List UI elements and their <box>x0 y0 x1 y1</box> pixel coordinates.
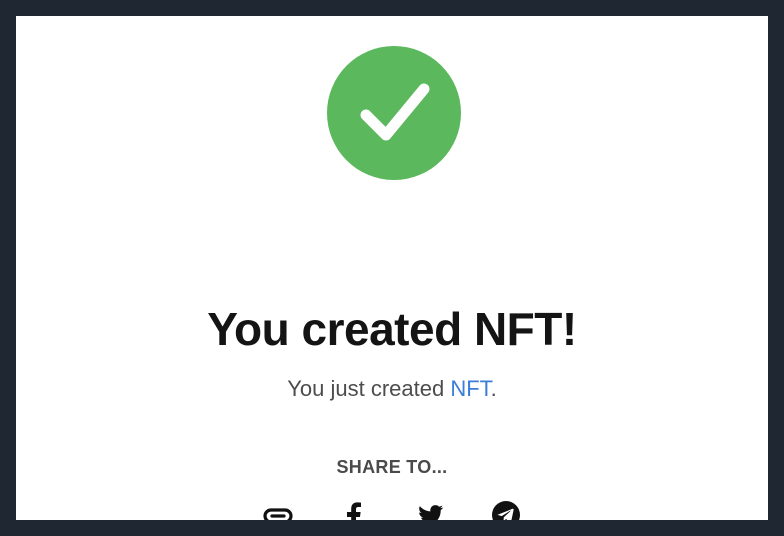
share-twitter-button[interactable] <box>415 500 445 520</box>
share-copy-link-button[interactable] <box>263 500 293 520</box>
modal-subtitle: You just created NFT. <box>16 376 768 402</box>
twitter-icon <box>419 505 444 520</box>
facebook-icon <box>347 502 361 520</box>
share-telegram-button[interactable] <box>491 500 521 520</box>
link-icon <box>263 508 293 520</box>
backdrop: You created NFT! You just created NFT. S… <box>0 0 784 536</box>
subtitle-text: You just created <box>287 376 451 401</box>
subtitle-period: . <box>490 376 497 401</box>
success-badge <box>327 46 461 180</box>
nft-link[interactable]: NFT <box>450 376 490 401</box>
share-facebook-button[interactable] <box>339 500 369 520</box>
share-buttons <box>16 500 768 520</box>
success-modal: You created NFT! You just created NFT. S… <box>16 16 768 520</box>
share-heading: SHARE TO... <box>336 457 448 477</box>
telegram-icon <box>492 501 520 520</box>
modal-title: You created NFT! <box>207 303 577 355</box>
checkmark-icon <box>360 83 430 141</box>
